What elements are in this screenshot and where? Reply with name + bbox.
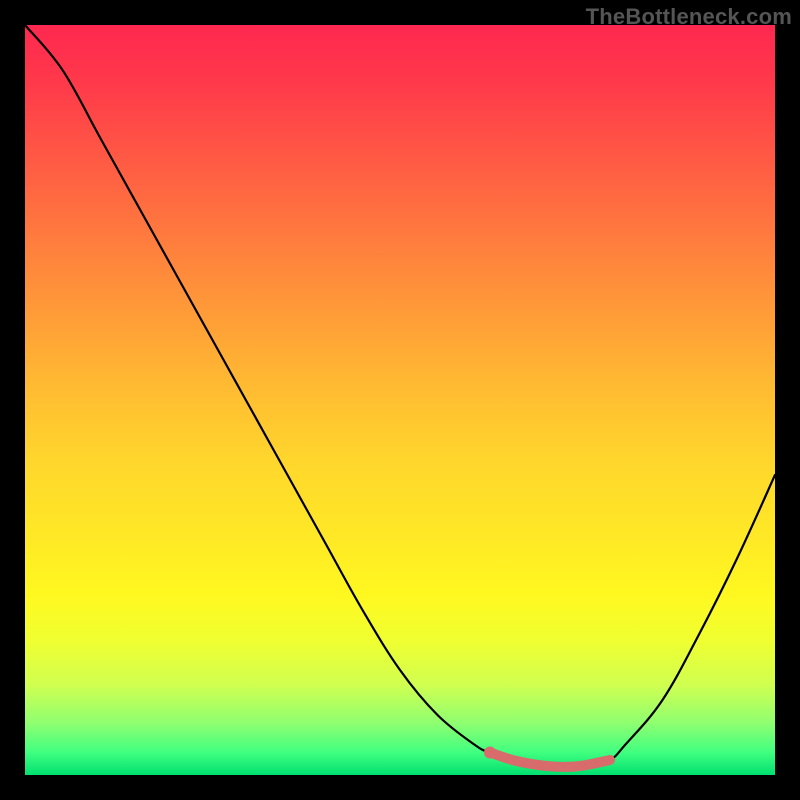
watermark-text: TheBottleneck.com bbox=[586, 4, 792, 30]
chart-curve-layer bbox=[25, 25, 775, 775]
chart-plot-area bbox=[25, 25, 775, 775]
trough-start-dot bbox=[484, 747, 496, 759]
bottleneck-curve bbox=[25, 25, 775, 769]
trough-marker bbox=[490, 753, 610, 767]
